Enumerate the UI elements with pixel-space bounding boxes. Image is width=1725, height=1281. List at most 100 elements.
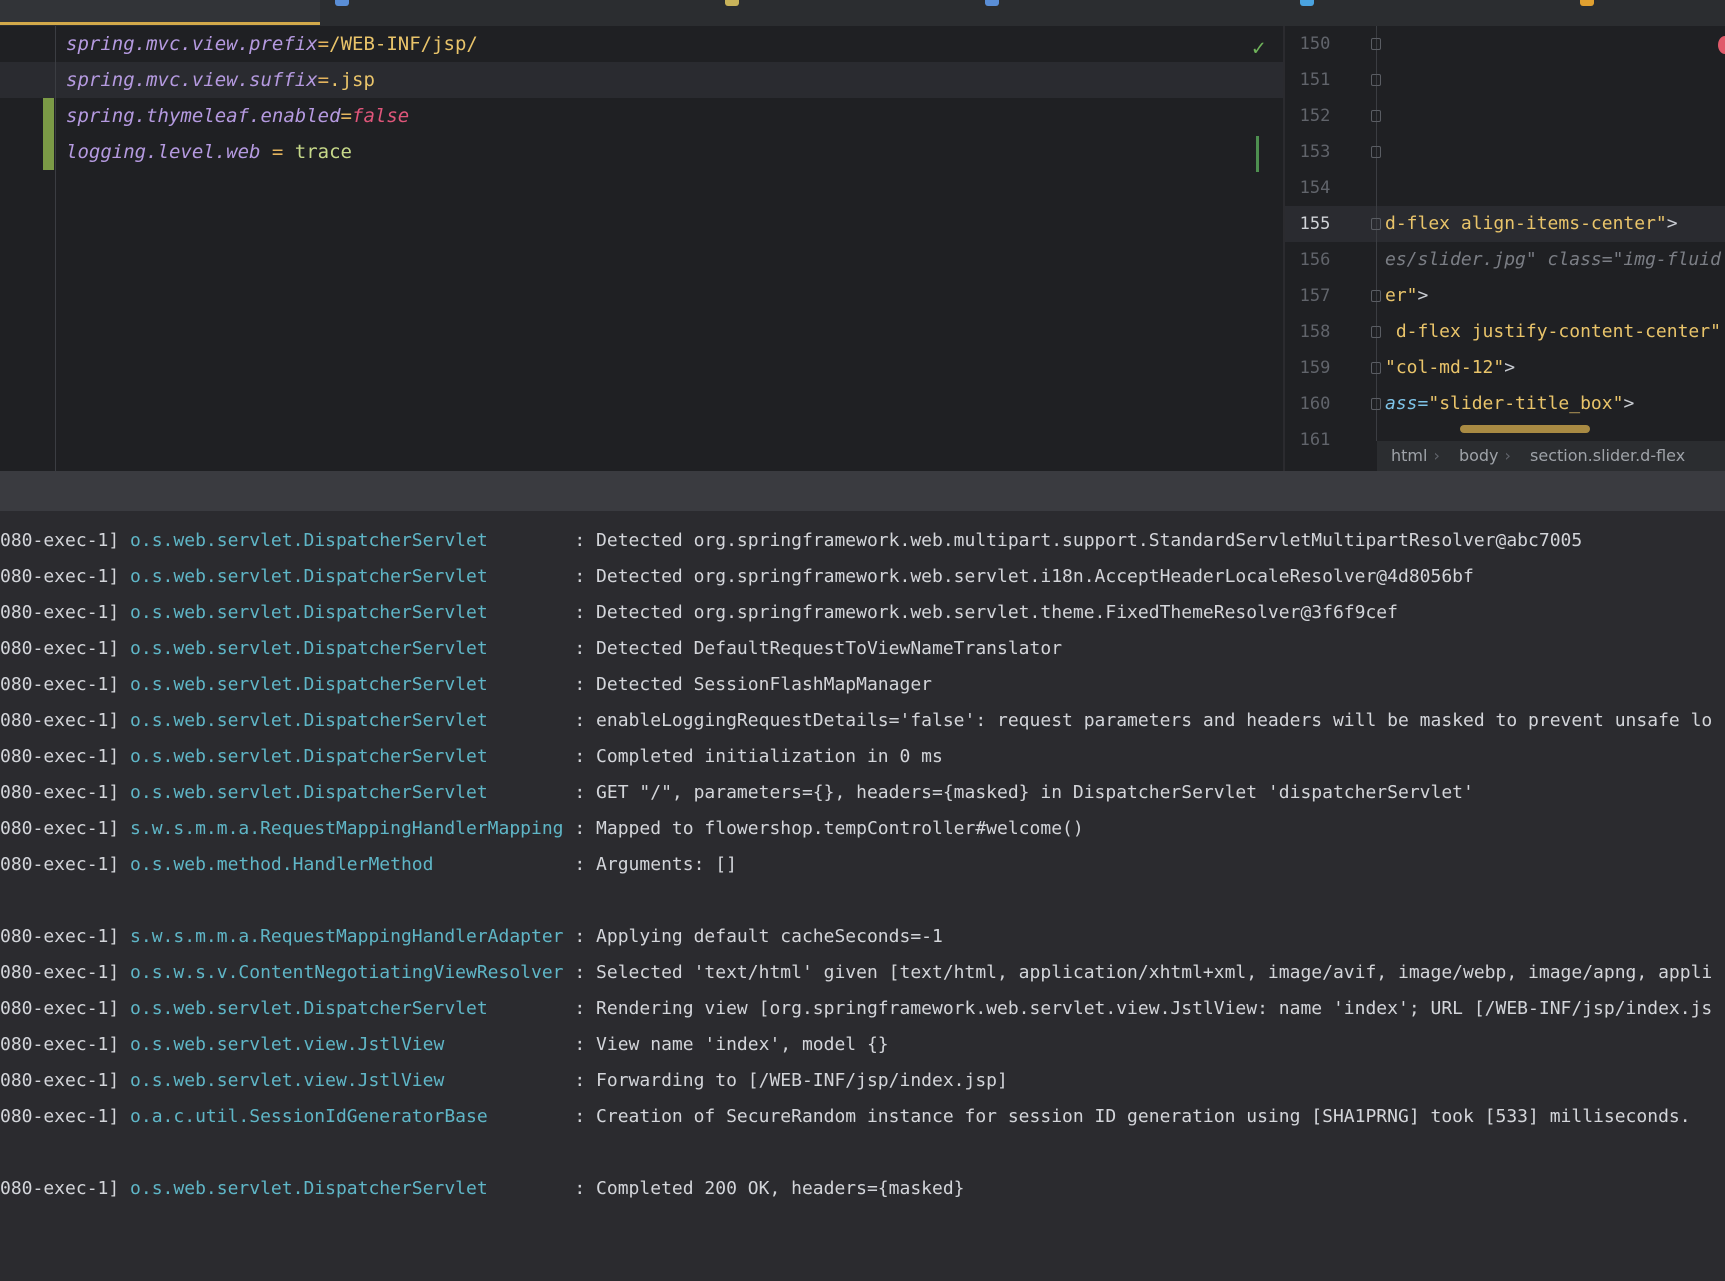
code-line[interactable]: spring.mvc.view.suffix=.jsp (66, 62, 375, 98)
log-thread: 080-exec-1] (0, 998, 131, 1019)
properties-editor[interactable]: spring.mvc.view.prefix=/WEB-INF/jsp/spri… (0, 26, 1283, 471)
log-line: 080-exec-1] o.s.web.servlet.DispatcherSe… (0, 631, 1062, 667)
fold-icon[interactable] (1371, 74, 1381, 86)
property-key: logging.level.web (66, 141, 261, 163)
log-line: 080-exec-1] o.s.web.servlet.DispatcherSe… (0, 595, 1398, 631)
log-separator: : (563, 962, 597, 983)
error-indicator-icon[interactable] (1718, 36, 1725, 54)
log-line: 080-exec-1] o.s.web.servlet.DispatcherSe… (0, 667, 932, 703)
line-number: 150 (1299, 34, 1331, 54)
fold-icon[interactable] (1371, 38, 1381, 50)
code-line[interactable]: er"> (1385, 278, 1428, 314)
property-operator: = (317, 69, 330, 91)
code-line[interactable]: "col-md-12"> (1385, 350, 1515, 386)
code-line[interactable]: ass="slider-title_box"> (1385, 386, 1634, 422)
code-token: ass= (1385, 393, 1429, 414)
log-message: GET "/", parameters={}, headers={masked}… (596, 782, 1474, 803)
property-key: spring.thymeleaf.enabled (66, 105, 341, 127)
log-separator: : (487, 530, 597, 551)
log-thread: 080-exec-1] (0, 530, 131, 551)
log-separator: : (487, 566, 597, 587)
fold-icon[interactable] (1371, 362, 1381, 374)
property-operator: = (260, 141, 295, 163)
log-logger[interactable]: o.s.web.servlet.DispatcherServlet (130, 710, 488, 731)
fold-icon[interactable] (1371, 218, 1381, 230)
line-number: 152 (1299, 106, 1331, 126)
breadcrumb-section[interactable]: section.slider.d-flex (1530, 446, 1685, 465)
log-logger[interactable]: o.s.web.servlet.DispatcherServlet (130, 746, 488, 767)
log-thread: 080-exec-1] (0, 818, 131, 839)
code-line[interactable]: es/slider.jpg" class="img-fluid (1385, 242, 1721, 278)
line-number: 158 (1299, 322, 1331, 342)
log-message: Forwarding to [/WEB-INF/jsp/index.jsp] (596, 1070, 1008, 1091)
log-logger[interactable]: o.s.web.servlet.DispatcherServlet (130, 782, 488, 803)
code-token: > (1417, 285, 1429, 306)
log-separator: : (563, 818, 597, 839)
log-separator: : (563, 926, 597, 947)
file-tab-icon[interactable] (725, 0, 739, 6)
fold-icon[interactable] (1371, 110, 1381, 122)
log-thread: 080-exec-1] (0, 674, 131, 695)
log-separator: : (487, 1106, 597, 1127)
log-logger[interactable]: o.a.c.util.SessionIdGeneratorBase (130, 1106, 488, 1127)
fold-icon[interactable] (1371, 146, 1381, 158)
log-thread: 080-exec-1] (0, 854, 131, 875)
line-number: 161 (1299, 430, 1331, 450)
code-line[interactable]: spring.thymeleaf.enabled=false (66, 98, 409, 134)
code-line[interactable]: logging.level.web = trace (66, 134, 352, 170)
log-thread: 080-exec-1] (0, 602, 131, 623)
log-message: Completed 200 OK, headers={masked} (596, 1178, 965, 1199)
code-line[interactable]: d-flex align-items-center"> (1385, 206, 1678, 242)
line-number: 159 (1299, 358, 1331, 378)
log-logger[interactable]: o.s.web.servlet.DispatcherServlet (130, 602, 488, 623)
console-output[interactable]: 080-exec-1] o.s.web.servlet.DispatcherSe… (0, 511, 1725, 1281)
code-token: "slider-title_box" (1428, 393, 1624, 414)
log-logger[interactable]: s.w.s.m.m.a.RequestMappingHandlerMapping (130, 818, 563, 839)
log-line: 080-exec-1] o.s.web.servlet.view.JstlVie… (0, 1027, 889, 1063)
log-logger[interactable]: o.s.web.method.HandlerMethod (130, 854, 433, 875)
log-separator: : (487, 710, 597, 731)
fold-icon[interactable] (1371, 398, 1381, 410)
fold-icon[interactable] (1371, 290, 1381, 302)
code-token: er" (1385, 285, 1418, 306)
log-logger[interactable]: o.s.web.servlet.DispatcherServlet (130, 1178, 488, 1199)
file-tab-icon[interactable] (1580, 0, 1594, 6)
log-logger[interactable]: o.s.w.s.v.ContentNegotiatingViewResolver (130, 962, 563, 983)
file-tab-icon[interactable] (335, 0, 349, 6)
file-tab-icon[interactable] (1300, 0, 1314, 6)
breadcrumb-body[interactable]: body (1459, 446, 1499, 465)
log-logger[interactable]: o.s.web.servlet.DispatcherServlet (130, 530, 488, 551)
log-logger[interactable]: o.s.web.servlet.DispatcherServlet (130, 674, 488, 695)
log-thread: 080-exec-1] (0, 926, 131, 947)
html-editor[interactable]: 150 151 152 153 154 155 156 157 158 159 160 161 d-f… (1285, 26, 1725, 471)
log-line: 080-exec-1] o.s.web.method.HandlerMethod… (0, 847, 737, 883)
log-line: 080-exec-1] o.a.c.util.SessionIdGenerato… (0, 1099, 1691, 1135)
log-logger[interactable]: o.s.web.servlet.DispatcherServlet (130, 566, 488, 587)
log-message: Detected SessionFlashMapManager (596, 674, 932, 695)
gutter-separator (55, 26, 56, 471)
log-message: Rendering view [org.springframework.web.… (596, 998, 1713, 1019)
tab-application-properties[interactable] (0, 0, 320, 25)
fold-icon[interactable] (1371, 326, 1381, 338)
log-message: enableLoggingRequestDetails='false': req… (596, 710, 1713, 731)
line-number: 157 (1299, 286, 1331, 306)
scroll-marker (1256, 136, 1259, 172)
chevron-right-icon: › (1504, 446, 1511, 465)
code-line[interactable]: d-flex justify-content-center" (1385, 314, 1721, 350)
log-logger[interactable]: o.s.web.servlet.DispatcherServlet (130, 638, 488, 659)
log-line: 080-exec-1] o.s.web.servlet.DispatcherSe… (0, 703, 1712, 739)
log-message: Detected org.springframework.web.servlet… (596, 602, 1398, 623)
check-icon: ✓ (1252, 36, 1266, 61)
horizontal-scrollbar[interactable] (1460, 425, 1590, 433)
log-logger[interactable]: o.s.web.servlet.DispatcherServlet (130, 998, 488, 1019)
log-separator: : (487, 674, 597, 695)
log-logger[interactable]: o.s.web.servlet.view.JstlView (130, 1070, 444, 1091)
code-line[interactable]: spring.mvc.view.prefix=/WEB-INF/jsp/ (66, 26, 478, 62)
log-logger[interactable]: o.s.web.servlet.view.JstlView (130, 1034, 444, 1055)
log-separator: : (487, 638, 597, 659)
file-tab-icon[interactable] (985, 0, 999, 6)
log-logger[interactable]: s.w.s.m.m.a.RequestMappingHandlerAdapter (130, 926, 563, 947)
log-separator: : (444, 1070, 597, 1091)
breadcrumb-html[interactable]: html (1391, 446, 1427, 465)
property-value: .jsp (329, 69, 375, 91)
